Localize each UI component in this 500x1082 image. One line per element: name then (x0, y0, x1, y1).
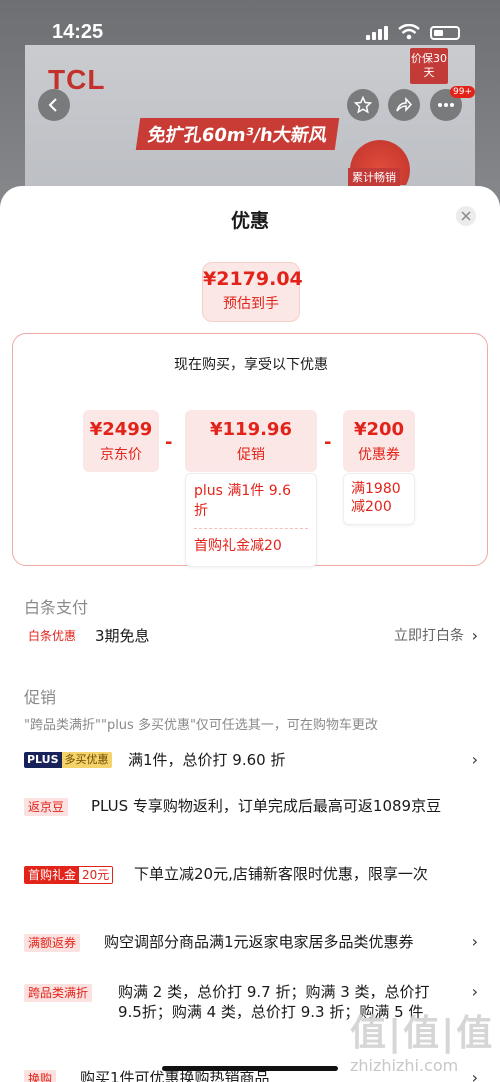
chevron-right-icon: › (471, 750, 478, 769)
signal-icon (366, 26, 388, 40)
baitiao-action[interactable]: 立即打白条 (394, 626, 464, 646)
promo-item-text: 购空调部分商品满1元返家电家居多品类优惠券 (104, 933, 414, 951)
promo-card: ¥119.96 促销 (185, 410, 317, 472)
status-time: 14:25 (52, 21, 104, 43)
promo-item-text: 满1件，总价打 9.60 折 (128, 751, 286, 769)
promo-details: plus 满1件 9.6 折 首购礼金减20 (185, 473, 317, 567)
chevron-right-icon: › (471, 932, 478, 951)
plus-tag-right: 多买优惠 (61, 752, 112, 768)
promo-item-gift: 首购礼金 20元 下单立减20元,店铺新客限时优惠，限享一次 (24, 864, 484, 908)
baitiao-tag: 白条优惠 (28, 629, 77, 643)
breakdown-header: 现在购买，享受以下优惠 (174, 357, 328, 373)
jd-price-amount: ¥2499 (89, 419, 153, 440)
plus-tag-left: PLUS (24, 752, 62, 768)
jd-price-card: ¥2499 京东价 (83, 410, 159, 472)
close-button[interactable] (456, 206, 476, 226)
gift-tag-right: 20元 (79, 867, 113, 883)
coupon-amount: ¥200 (353, 419, 405, 440)
promo-label: 促销 (237, 447, 265, 463)
sheet-title: 优惠 (230, 210, 269, 232)
promo-item-text: PLUS 专享购物返利，订单完成后最高可返1089京豆 (91, 797, 442, 815)
status-bar: 14:25 (0, 18, 500, 46)
back-button[interactable] (38, 89, 70, 121)
favorite-button[interactable] (347, 89, 379, 121)
promotions-section-title: 促销 (24, 688, 57, 707)
plus-tag: PLUS 多买优惠 (24, 752, 112, 768)
promo-item-coupon-return[interactable]: 满额返券 购空调部分商品满1元返家电家居多品类优惠券 › (24, 932, 484, 956)
baitiao-text: 3期免息 (95, 627, 150, 645)
watermark-url: zhizhizhi.com (350, 1056, 459, 1075)
battery-icon (430, 26, 460, 40)
jingdou-tag: 返京豆 (24, 798, 69, 816)
home-indicator[interactable] (162, 1066, 338, 1071)
baitiao-section-title: 白条支付 (24, 598, 89, 617)
back-icon (48, 98, 57, 112)
minus-operator: - (324, 432, 332, 453)
coupon-label: 优惠券 (358, 447, 400, 463)
coupon-return-tag: 满额返券 (24, 934, 81, 952)
minus-operator: - (165, 432, 173, 453)
watermark-logo: 值|值|值 (350, 1013, 495, 1054)
gift-tag: 首购礼金 20元 (24, 866, 114, 884)
promo-amount: ¥119.96 (210, 419, 292, 440)
share-icon (396, 97, 413, 112)
more-icon (438, 103, 454, 107)
message-count-badge: 99+ (450, 86, 475, 98)
estimated-label: 预估到手 (223, 296, 279, 312)
jd-price-label: 京东价 (100, 447, 142, 463)
sales-tag: 累计畅销 (348, 168, 400, 186)
promo-item-plus[interactable]: PLUS 多买优惠 满1件，总价打 9.60 折 › (24, 750, 484, 774)
chevron-right-icon: › (471, 982, 478, 1001)
promo-item-text: 下单立减20元,店铺新客限时优惠，限享一次 (134, 865, 428, 883)
estimated-amount: ¥2179.04 (203, 268, 303, 290)
wifi-icon (398, 24, 420, 40)
promotions-hint: "跨品类满折""plus 多买优惠"仅可任选其一，可在购物车更改 (24, 718, 378, 733)
promo-detail-gift: 首购礼金减20 (194, 538, 282, 554)
promo-item-jingdou: 返京豆 PLUS 专享购物返利，订单完成后最高可返1089京豆 (24, 796, 484, 840)
baitiao-row[interactable]: 白条优惠 3期免息 立即打白条 › (24, 626, 484, 650)
promo-detail-plus: plus 满1件 9.6 折 (194, 480, 308, 529)
share-button[interactable] (388, 89, 420, 121)
exchange-tag: 换购 (24, 1070, 57, 1082)
price-protect-tag: 价保30天 (410, 48, 448, 84)
star-icon (354, 96, 372, 114)
discount-sheet: 优惠 ¥2179.04 预估到手 现在购买，享受以下优惠 ¥2499 京东价 -… (0, 186, 500, 1082)
product-banner-text: 免扩孔60m³/h大新风 (135, 118, 340, 150)
watermark: 值|值|值 zhizhizhi.com (350, 1004, 495, 1075)
gift-tag-left: 首购礼金 (25, 867, 80, 883)
close-icon (461, 211, 471, 221)
discount-breakdown: 现在购买，享受以下优惠 ¥2499 京东价 - ¥119.96 促销 - ¥20… (12, 333, 488, 567)
chevron-right-icon: › (471, 626, 478, 645)
cross-category-tag: 跨品类满折 (24, 984, 93, 1002)
coupon-details: 满1980减200 (343, 473, 415, 525)
coupon-card: ¥200 优惠券 (343, 410, 415, 472)
estimated-price: ¥2179.04 预估到手 (202, 262, 303, 322)
